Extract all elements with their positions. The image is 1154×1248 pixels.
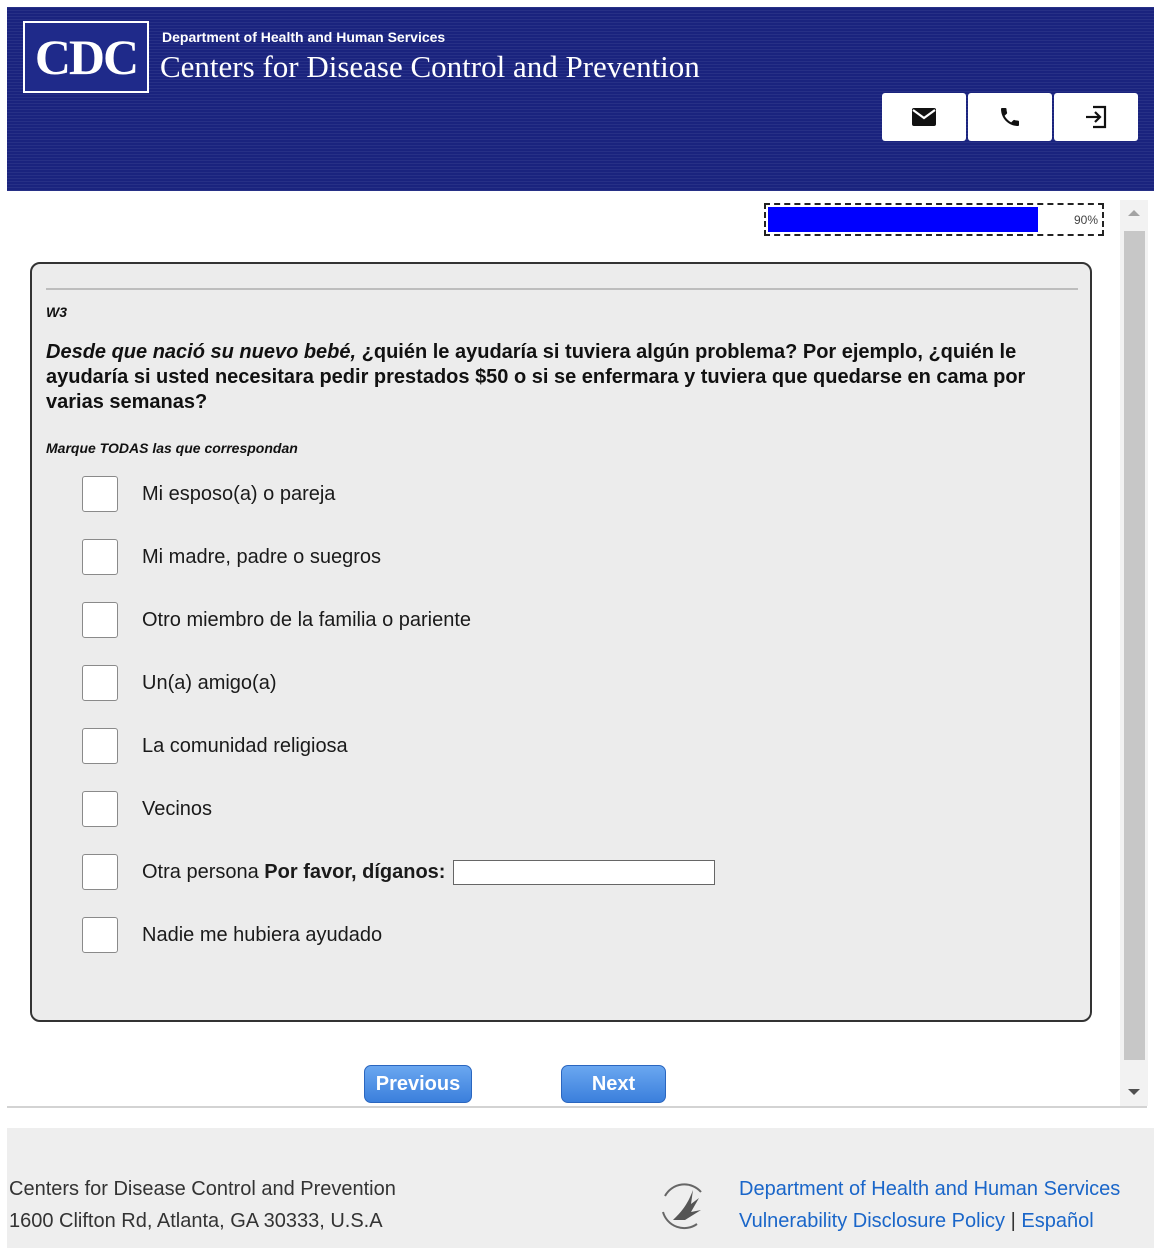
option-label: Nadie me hubiera ayudado (142, 923, 383, 946)
scroll-down-icon[interactable] (1128, 1089, 1140, 1095)
option-label: Otra persona Por favor, díganos: (142, 861, 445, 884)
option-other[interactable]: Otra persona Por favor, díganos: (82, 854, 716, 890)
option-other-label: Otra persona (142, 860, 259, 883)
checkbox[interactable] (82, 917, 118, 953)
footer-links: Department of Health and Human Services … (739, 1173, 1120, 1237)
question-text-italic: Desde que nació su nuevo bebé, (46, 341, 357, 363)
header-actions (882, 93, 1138, 141)
option-parents[interactable]: Mi madre, padre o suegros (82, 539, 381, 575)
exit-button[interactable] (1054, 93, 1138, 141)
checkbox[interactable] (82, 665, 118, 701)
question-panel: W3 Desde que nació su nuevo bebé, ¿quién… (30, 262, 1092, 1022)
espanol-link[interactable]: Español (1021, 1210, 1093, 1232)
option-friend[interactable]: Un(a) amigo(a) (82, 665, 276, 701)
footer-address-block: Centers for Disease Control and Preventi… (9, 1173, 396, 1237)
option-label: Un(a) amigo(a) (142, 671, 277, 694)
question-id: W3 (46, 304, 67, 320)
progress-bar: 90% (764, 203, 1104, 236)
page-divider (7, 1106, 1147, 1108)
option-label: Vecinos (142, 797, 213, 820)
question-instruction: Marque TODAS las que correspondan (46, 440, 298, 456)
checkbox[interactable] (82, 476, 118, 512)
option-neighbors[interactable]: Vecinos (82, 791, 212, 827)
option-other-prompt: Por favor, díganos: (264, 860, 446, 883)
option-label: Mi esposo(a) o pareja (142, 482, 336, 505)
phone-button[interactable] (968, 93, 1052, 141)
org-name: Centers for Disease Control and Preventi… (160, 49, 700, 84)
exit-icon (1086, 105, 1107, 129)
checkbox[interactable] (82, 539, 118, 575)
cdc-logo[interactable]: CDC (23, 21, 149, 93)
dept-label: Department of Health and Human Services (162, 29, 446, 45)
checkbox[interactable] (82, 602, 118, 638)
option-relative[interactable]: Otro miembro de la familia o pariente (82, 602, 471, 638)
checkbox[interactable] (82, 728, 118, 764)
mail-icon (912, 108, 936, 126)
divider (46, 288, 1078, 290)
next-button[interactable]: Next (561, 1065, 666, 1103)
email-button[interactable] (882, 93, 966, 141)
option-label: Mi madre, padre o suegros (142, 545, 382, 568)
option-nobody[interactable]: Nadie me hubiera ayudado (82, 917, 382, 953)
question-text: Desde que nació su nuevo bebé, ¿quién le… (46, 340, 1086, 415)
vdp-link[interactable]: Vulnerability Disclosure Policy (739, 1210, 1005, 1232)
other-specify-input[interactable] (453, 859, 716, 885)
previous-button[interactable]: Previous (364, 1065, 472, 1103)
scrollbar-thumb[interactable] (1124, 231, 1145, 1060)
site-footer: Centers for Disease Control and Preventi… (7, 1128, 1154, 1248)
logo-text: CDC (34, 29, 139, 85)
footer-org: Centers for Disease Control and Preventi… (9, 1178, 396, 1200)
checkbox[interactable] (82, 791, 118, 827)
site-header: CDC Department of Health and Human Servi… (7, 7, 1154, 191)
hhs-link[interactable]: Department of Health and Human Services (739, 1178, 1120, 1200)
progress-fill (768, 207, 1038, 232)
footer-separator: | (1010, 1210, 1016, 1232)
footer-address: 1600 Clifton Rd, Atlanta, GA 30333, U.S.… (9, 1210, 383, 1232)
option-religious[interactable]: La comunidad religiosa (82, 728, 348, 764)
progress-label: 90% (1073, 213, 1098, 227)
option-label: Otro miembro de la familia o pariente (142, 608, 472, 631)
scroll-up-icon[interactable] (1128, 210, 1140, 216)
hhs-eagle-icon (662, 1183, 702, 1230)
phone-icon (1001, 108, 1019, 126)
option-spouse[interactable]: Mi esposo(a) o pareja (82, 476, 335, 512)
checkbox[interactable] (82, 854, 118, 890)
option-label: La comunidad religiosa (142, 734, 348, 757)
